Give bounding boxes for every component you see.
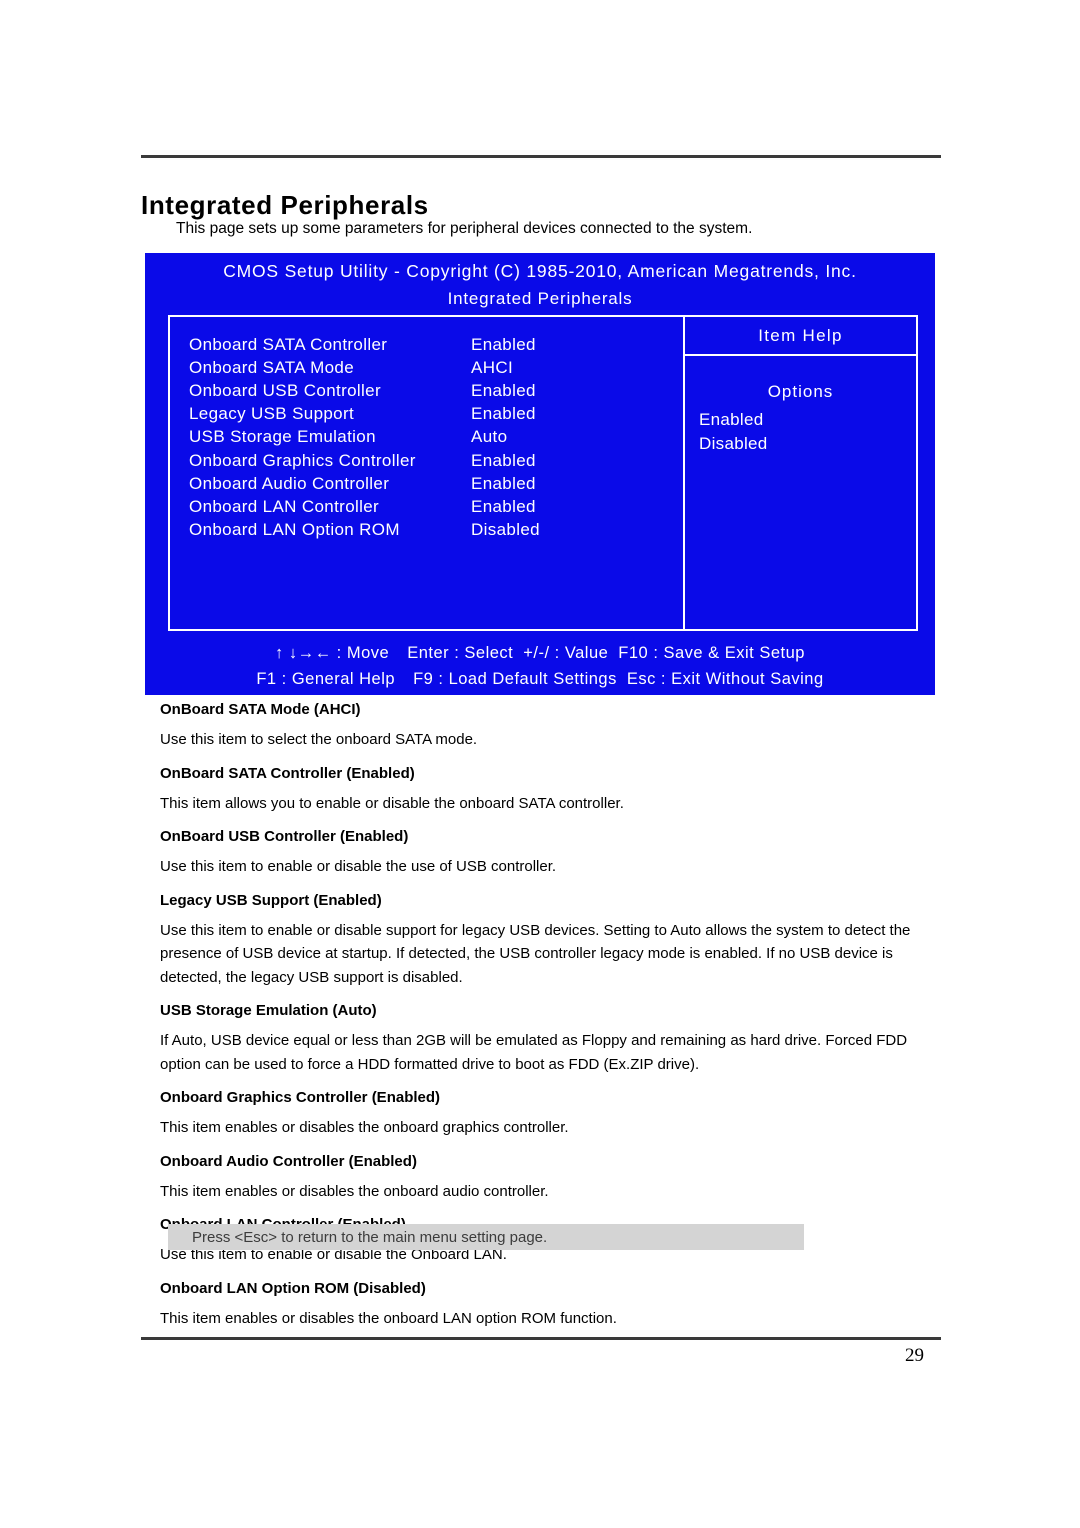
description-body: This item enables or disables the onboar… [160,1310,617,1328]
bios-key-legend-line-1: ↑ ↓→← : Move Enter : Select +/-/ : Value F1… [145,641,935,667]
item-help-option[interactable]: Enabled [685,408,916,432]
bios-setting-label: Onboard LAN Option ROM [189,519,400,539]
bios-setting-row[interactable]: Legacy USB Support Enabled [189,402,683,425]
bios-setting-row[interactable]: USB Storage Emulation Auto [189,425,683,448]
bios-content-area: Onboard SATA Controller Enabled Onboard SA… [168,315,918,631]
bios-setup-screen: CMOS Setup Utility - Copyright (C) 1985-… [145,253,935,695]
description-heading: USB Storage Emulation (Auto) [160,1002,377,1020]
description-body: If Auto, USB device equal or less than 2… [160,1032,908,1073]
key-esc: Esc : Exit Without Saving [626,669,824,688]
bios-screen-title: Integrated Peripherals [447,289,633,308]
description-body: Use this item to enable or disable suppo… [160,921,911,986]
bios-setting-label: Legacy USB Support [189,404,355,424]
bios-settings-list: Onboard SATA Controller Enabled Onboard SA… [170,317,683,629]
description-body: This item allows you to enable or disabl… [160,794,624,812]
item-help-option[interactable]: Disabled [685,432,916,456]
key-move: ↑ ↓→← : Move [275,644,390,662]
description-body: This item enables or disables the onboar… [160,1119,569,1137]
bios-setting-row[interactable]: Onboard Audio Controller Enabled [189,472,683,495]
bios-key-legend-line-2: F1 : General Help F9 : Load Default Setti… [145,667,935,693]
key-enter: Enter : Select [407,644,514,662]
bios-copyright-header: CMOS Setup Utility - Copyright (C) 1985-… [223,261,857,281]
page-intro-text: This page sets up some parameters for pe… [176,220,753,237]
description-heading: OnBoard SATA Mode (AHCI) [160,701,361,718]
bios-setting-value[interactable]: Enabled [471,472,536,495]
bios-setting-label: Onboard Graphics Controller [189,450,416,470]
bios-setting-label: Onboard USB Controller [189,381,381,401]
options-title: Options [767,382,834,401]
page-title: Integrated Peripherals [141,190,429,220]
header-rule [141,155,941,158]
bios-setting-label: Onboard Audio Controller [189,473,390,493]
esc-note-box: Press <Esc> to return to the main menu s… [168,1224,804,1250]
page-number: 29 [905,1345,924,1366]
description-body: This item enables or disables the onboar… [160,1182,549,1200]
key-f9: F9 : Load Default Settings [413,669,617,688]
description-heading: Onboard Graphics Controller (Enabled) [160,1089,441,1107]
bios-setting-value[interactable]: Disabled [471,518,540,541]
bios-setting-label: Onboard SATA Mode [189,358,355,378]
bios-setting-value[interactable]: Auto [471,425,507,448]
bios-setting-label: USB Storage Emulation [189,427,376,447]
item-help-content: Options Enabled Disabled [685,356,916,457]
bios-setting-row[interactable]: Onboard SATA Controller Enabled [189,333,683,356]
key-f1: F1 : General Help [256,669,396,688]
bios-setting-value[interactable]: AHCI [471,356,513,379]
bios-key-legend: ↑ ↓→← : Move Enter : Select +/-/ : Value F1… [145,641,935,692]
bios-setting-row[interactable]: Onboard LAN Option ROM Disabled [189,518,683,541]
description-heading: OnBoard USB Controller (Enabled) [160,828,409,846]
bios-setting-label: Onboard LAN Controller [189,496,380,516]
bios-setting-label: Onboard SATA Controller [189,335,388,354]
footer-rule [141,1337,941,1340]
bios-setting-value[interactable]: Enabled [471,379,536,402]
bios-setting-value[interactable]: Enabled [471,495,536,518]
bios-setting-row[interactable]: Onboard USB Controller Enabled [189,379,683,402]
description-body: Use this item to enable or disable the u… [160,858,557,876]
description-heading: Legacy USB Support (Enabled) [160,891,382,909]
bios-setting-row[interactable]: Onboard SATA Mode AHCI [189,356,683,379]
manual-page: Integrated Peripherals This page sets up… [0,0,1080,1528]
description-heading: Onboard LAN Option ROM (Disabled) [160,1280,426,1298]
key-value: +/-/ : Value [523,644,609,662]
bios-setting-value[interactable]: Enabled [471,402,536,425]
bios-setting-value[interactable]: Enabled [471,333,536,356]
description-heading: Onboard Audio Controller (Enabled) [160,1152,417,1170]
item-help-panel: Item Help Options Enabled Disabled [683,317,916,629]
item-help-heading: Item Help [685,317,916,356]
bios-setting-value[interactable]: Enabled [471,449,536,472]
bios-setting-row[interactable]: Onboard Graphics Controller Enabled [189,449,683,472]
description-heading: OnBoard SATA Controller (Enabled) [160,764,415,782]
key-f10: F10 : Save & Exit Setup [618,644,805,662]
bios-setting-row[interactable]: Onboard LAN Controller Enabled [189,495,683,518]
description-body: Use this item to select the onboard SATA… [160,731,478,748]
